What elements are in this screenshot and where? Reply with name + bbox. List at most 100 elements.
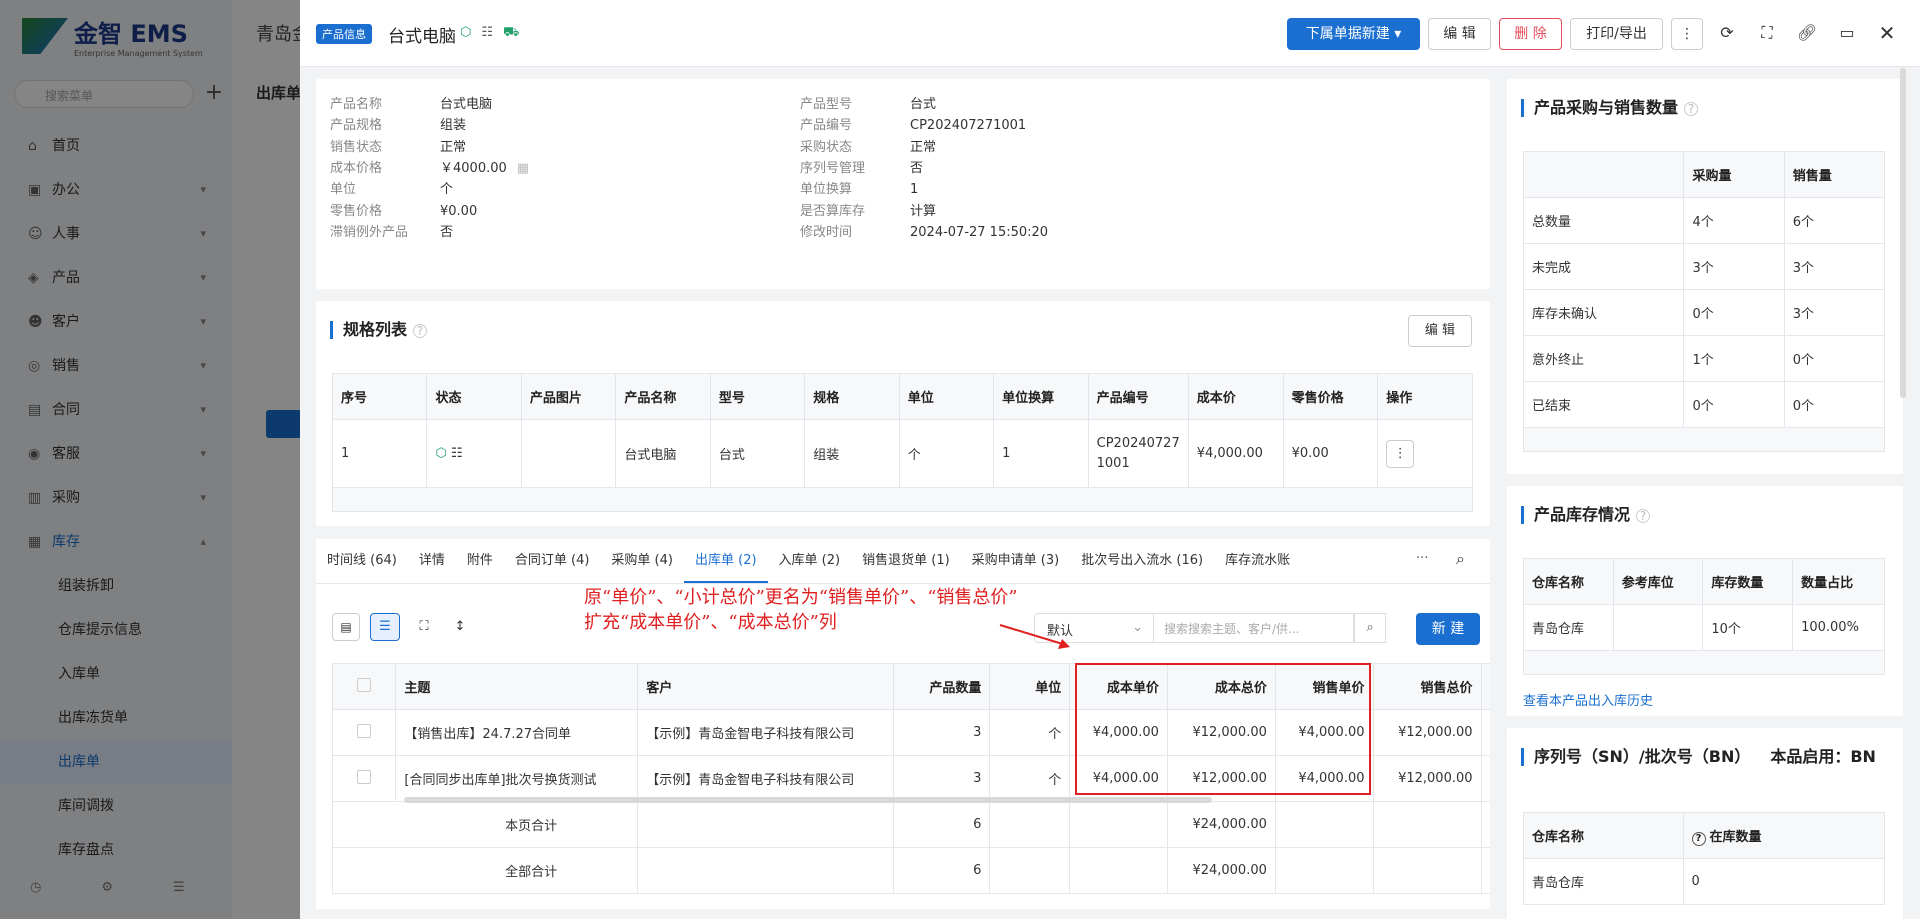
ps-row-label: 已结束 xyxy=(1523,381,1685,428)
truck-icon: ⛟ xyxy=(503,25,520,40)
col-subject[interactable]: 主题 xyxy=(395,663,639,710)
summary-amount: ¥24,000.00 xyxy=(1167,847,1276,894)
link-icon[interactable]: 🔗︎ xyxy=(1794,20,1820,46)
tab-item[interactable]: 合同订单 (4) xyxy=(504,539,601,583)
tab-item[interactable]: 销售退货单 (1) xyxy=(851,539,961,583)
spec-model-link[interactable]: 台式 xyxy=(710,419,806,488)
help-icon[interactable]: ? xyxy=(413,324,428,338)
tab-item[interactable]: 库存流水账 xyxy=(1214,539,1301,583)
summary-blank xyxy=(1481,801,1490,848)
ps-row-label: 库存未确认 xyxy=(1523,289,1685,336)
spec-unit: 个 xyxy=(899,419,995,488)
modal-overlay[interactable] xyxy=(0,0,300,919)
tab-item[interactable]: 批次号出入流水 (16) xyxy=(1070,539,1214,583)
type-tag: 产品信息 xyxy=(316,24,372,44)
more-vertical-icon[interactable]: ⋮ xyxy=(1386,439,1415,468)
serial-header: 仓库名称 ? 在库数量 xyxy=(1523,812,1886,859)
outbound-search-input[interactable]: 搜索搜索主题、客户/供... xyxy=(1154,613,1354,643)
ps-col-blank xyxy=(1523,151,1685,198)
edit-button[interactable]: 编 辑 xyxy=(1428,18,1491,50)
summary-qty: 6 xyxy=(893,847,991,894)
expand-vertical-icon[interactable]: ↕ xyxy=(446,613,474,641)
subject-link[interactable]: 【销售出库】24.7.27合同单 xyxy=(395,709,639,756)
tab-item[interactable]: 入库单 (2) xyxy=(768,539,852,583)
print-export-button[interactable]: 打印/导出 xyxy=(1570,18,1663,50)
delete-button[interactable]: 删 除 xyxy=(1499,18,1562,50)
serial-card: 序列号（SN）/批次号（BN） 本品启用：BN 仓库名称 ? 在库数量 青岛仓库 0 xyxy=(1507,728,1903,919)
more-vertical-icon[interactable]: ⋮ xyxy=(1671,18,1703,50)
related-tabs-card: 时间线 (64) 详情 附件 合同订单 (4) 采购单 (4) 出库单 (2) 入库单 (2… xyxy=(316,539,1490,909)
app-root: 金智 EMS Enterprise Management System 搜索菜单… xyxy=(0,0,1920,919)
info-label: 零售价格 xyxy=(330,203,383,219)
tab-divider xyxy=(316,583,1490,584)
fullscreen-icon[interactable]: ⛶ xyxy=(410,613,438,641)
spec-edit-button[interactable]: 编 辑 xyxy=(1408,315,1472,347)
sub-new-button[interactable]: 下属单据新建 ▾ xyxy=(1287,18,1420,50)
vertical-scrollbar[interactable] xyxy=(1900,68,1906,398)
close-icon[interactable]: ✕ xyxy=(1874,20,1900,46)
summary-blank xyxy=(1069,801,1168,848)
tab-item[interactable]: 出库单 (2) xyxy=(683,539,768,583)
stock-history-link[interactable]: 查看本产品出入库历史 xyxy=(1523,690,1653,709)
col-qty[interactable]: 产品数量 xyxy=(893,663,991,710)
purchase-sales-table: 采购量 销售量 总数量 4个 6个 未完成 3个 3个 库存未确认 0个 3个 … xyxy=(1523,151,1886,452)
ps-row-label: 意外终止 xyxy=(1523,335,1685,382)
ps-sales-value[interactable]: 3个 xyxy=(1784,289,1886,336)
table-row-empty xyxy=(1523,650,1885,675)
ps-purchase-value[interactable]: 3个 xyxy=(1683,243,1785,290)
list-icon: ☷ xyxy=(450,446,463,461)
spec-product-name-link[interactable]: 台式电脑 xyxy=(615,419,711,488)
info-field: 是否算库存 计算 xyxy=(800,200,936,219)
help-icon[interactable]: ? xyxy=(1636,509,1651,523)
spec-spec-link[interactable]: 组装 xyxy=(804,419,900,488)
dock-icon[interactable]: ▭ xyxy=(1834,20,1860,46)
tab-item[interactable]: 采购单 (4) xyxy=(600,539,684,583)
product-detail-panel: 产品信息 台式电脑 ⬡ ☷ ⛟ 下属单据新建 ▾ 编 辑 删 除 打印/导出 ⋮… xyxy=(300,0,1920,919)
info-label: 是否算库存 xyxy=(800,203,866,219)
calculator-icon[interactable]: ▦ xyxy=(517,161,529,176)
info-value: 1 xyxy=(910,182,919,198)
horizontal-scrollbar[interactable] xyxy=(404,797,1212,803)
tab-item[interactable]: 时间线 (64) xyxy=(316,539,408,583)
info-label: 产品名称 xyxy=(330,97,383,112)
refresh-icon[interactable]: ⟳ xyxy=(1714,20,1740,46)
ps-col-purchase: 采购量 xyxy=(1683,151,1785,198)
customer-link[interactable]: 【示例】青岛金智电子科技有限公司 xyxy=(637,709,895,756)
print-icon[interactable]: ▤ xyxy=(332,613,360,641)
spec-col-header: 单位换算 xyxy=(993,373,1089,420)
col-sale-total[interactable]: 销售总价 xyxy=(1373,663,1482,710)
summary-blank xyxy=(1373,801,1482,848)
row-checkbox[interactable] xyxy=(332,709,397,756)
search-icon[interactable]: ⌕ xyxy=(1354,613,1386,643)
serial-title: 序列号（SN）/批次号（BN） 本品启用：BN xyxy=(1521,748,1876,766)
unit-cell: 个 xyxy=(989,755,1071,802)
summary-blank xyxy=(1069,847,1168,894)
info-field: 成本价格 ￥4000.00 ▦ xyxy=(330,157,529,176)
row-checkbox[interactable] xyxy=(332,755,397,802)
help-icon[interactable]: ? xyxy=(1691,831,1706,846)
subject-link[interactable]: [合同同步出库单]批次号换货测试 xyxy=(395,755,639,802)
ps-sales-value[interactable]: 3个 xyxy=(1784,243,1886,290)
unit-cell: 个 xyxy=(989,709,1071,756)
new-button[interactable]: 新 建 xyxy=(1416,613,1480,645)
col-unit[interactable]: 单位 xyxy=(989,663,1071,710)
list-view-icon[interactable]: ☰ xyxy=(370,613,400,641)
search-icon[interactable]: ⌕ xyxy=(1456,549,1465,569)
tab-item[interactable]: 附件 xyxy=(456,539,504,583)
fullscreen-icon[interactable]: ⛶ xyxy=(1754,20,1780,46)
tab-item[interactable]: 详情 xyxy=(408,539,456,583)
serial-col-wh: 仓库名称 xyxy=(1523,812,1684,859)
ps-sales-value: 0个 xyxy=(1784,335,1886,382)
ps-purchase-value[interactable]: 0个 xyxy=(1683,289,1785,336)
col-customer[interactable]: 客户 xyxy=(637,663,895,710)
select-all-checkbox[interactable] xyxy=(332,663,397,710)
customer-link[interactable]: 【示例】青岛金智电子科技有限公司 xyxy=(637,755,895,802)
summary-row: 全部合计 6 ¥24,000.00 xyxy=(332,847,1490,894)
help-icon[interactable]: ? xyxy=(1684,102,1699,116)
summary-row: 本页合计 6 ¥24,000.00 xyxy=(332,801,1490,848)
stock-wh: 青岛仓库 xyxy=(1523,604,1614,651)
tabs-more-icon[interactable]: ··· xyxy=(1416,551,1428,566)
info-value: 否 xyxy=(440,224,454,240)
tab-item[interactable]: 采购申请单 (3) xyxy=(961,539,1071,583)
col-date[interactable]: 日期 xyxy=(1481,663,1490,710)
